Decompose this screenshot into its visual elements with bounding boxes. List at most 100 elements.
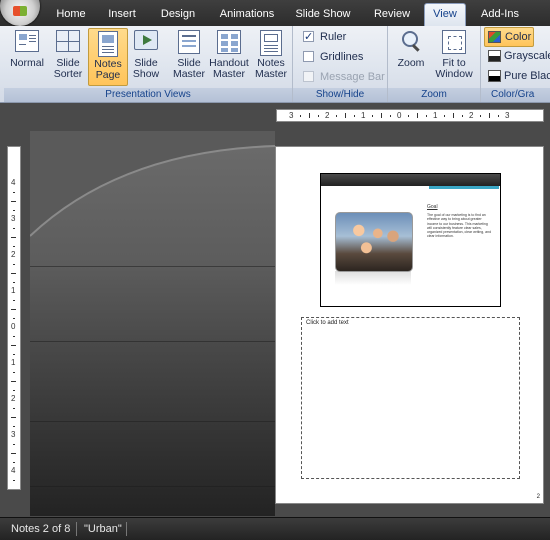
ruler-tick — [13, 444, 15, 445]
ruler-tick — [390, 115, 391, 117]
notes-placeholder-text: Click to add text — [306, 320, 349, 326]
tab-design[interactable]: Design — [155, 4, 201, 26]
slide-master-button[interactable]: Slide Master — [169, 28, 209, 84]
ruler-number: 1 — [11, 358, 16, 367]
color-button[interactable]: Color — [484, 27, 534, 47]
ruler-tick — [13, 210, 15, 211]
message-bar-label: Message Bar — [320, 71, 385, 83]
handout-master-icon — [217, 30, 241, 56]
ruler-tick — [11, 237, 16, 238]
fit-to-window-icon — [442, 30, 466, 56]
ruler-tick — [11, 309, 16, 310]
ruler-tick — [11, 453, 16, 454]
ruler-tick — [13, 426, 15, 427]
ruler-number: 2 — [469, 111, 474, 120]
ruler-tick — [13, 462, 15, 463]
ruler-tick — [13, 264, 15, 265]
group-zoom: Zoom Fit to Window Zoom — [388, 26, 481, 102]
ruler-number: 0 — [11, 322, 16, 331]
handout-master-label-2: Master — [212, 68, 246, 80]
ruler-tick — [13, 480, 15, 481]
ruler-tick — [13, 318, 15, 319]
status-notes-position: Notes 2 of 8 — [11, 523, 71, 535]
fit-to-window-button[interactable]: Fit to Window — [432, 28, 476, 84]
ruler-number: 1 — [361, 111, 366, 120]
ruler-checkbox[interactable]: Ruler — [303, 28, 383, 46]
ruler-tick — [11, 381, 16, 382]
horizontal-ruler[interactable]: 3 2 1 0 1 2 3 — [276, 109, 544, 122]
group-label-color-grayscale: Color/Gra — [481, 88, 550, 102]
tab-animations[interactable]: Animations — [212, 4, 282, 26]
notes-master-label-2: Master — [254, 68, 288, 80]
ruler-tick — [426, 115, 427, 117]
tab-view[interactable]: View — [424, 3, 466, 27]
checkbox-unchecked-icon — [303, 51, 314, 62]
slide-sorter-button[interactable]: Slide Sorter — [49, 28, 87, 84]
ruler-tick — [13, 300, 15, 301]
ruler-tick — [498, 115, 499, 117]
slide-sorter-label-2: Sorter — [53, 68, 83, 80]
ruler-tick — [354, 115, 355, 117]
slide-sorter-icon — [56, 30, 80, 56]
ruler-number: 1 — [433, 111, 438, 120]
ruler-tick — [13, 336, 15, 337]
zoom-button[interactable]: Zoom — [392, 28, 430, 84]
pure-black-white-button[interactable]: Pure Black — [485, 67, 550, 85]
notes-page-button[interactable]: Notes Page — [88, 28, 128, 86]
ruler-tick — [11, 417, 16, 418]
slide-master-icon — [177, 30, 201, 56]
vertical-ruler[interactable]: 4 3 2 1 0 1 2 3 4 — [7, 146, 21, 490]
slide-photo-reflection — [335, 271, 411, 285]
handout-master-button[interactable]: Handout Master — [207, 28, 251, 84]
magnifier-icon — [399, 30, 423, 56]
status-theme-name: "Urban" — [84, 523, 122, 535]
notes-master-icon — [259, 30, 283, 56]
tab-add-ins[interactable]: Add-Ins — [474, 4, 526, 26]
ruler-number: 4 — [11, 178, 16, 187]
ruler-tick — [318, 115, 319, 117]
ruler-number: 1 — [11, 286, 16, 295]
slide-show-button[interactable]: Slide Show — [127, 28, 165, 84]
group-color-grayscale: Color Grayscale Pure Black Color/Gra — [481, 26, 550, 102]
tab-insert[interactable]: Insert — [100, 4, 144, 26]
ruler-number: 3 — [289, 111, 294, 120]
status-separator — [126, 522, 127, 536]
ruler-tick — [372, 115, 373, 117]
gridlines-checkbox[interactable]: Gridlines — [303, 48, 383, 66]
grayscale-label: Grayscale — [504, 50, 550, 62]
ruler-tick — [13, 282, 15, 283]
tab-slide-show[interactable]: Slide Show — [290, 4, 356, 26]
slide-photo — [335, 212, 413, 272]
message-bar-checkbox[interactable]: Message Bar — [303, 68, 385, 86]
gridlines-label: Gridlines — [320, 51, 364, 63]
slide-thumbnail[interactable]: Goal The goal of our marketing is to fin… — [320, 173, 501, 307]
group-label-zoom: Zoom — [388, 88, 480, 102]
ruler-tick — [444, 115, 445, 117]
ruler-number: 2 — [11, 394, 16, 403]
ribbon: Normal Slide Sorter Notes Page Slide Sho… — [0, 26, 550, 103]
ruler-number: 0 — [397, 111, 402, 120]
group-presentation-views: Normal Slide Sorter Notes Page Slide Sho… — [4, 26, 293, 102]
ruler-tick — [13, 408, 15, 409]
status-bar: Notes 2 of 8 "Urban" — [0, 517, 550, 540]
ruler-tick — [408, 115, 409, 117]
notes-master-button[interactable]: Notes Master — [252, 28, 290, 84]
grayscale-button[interactable]: Grayscale — [485, 47, 550, 65]
ruler-tick — [13, 228, 15, 229]
ruler-tick — [13, 246, 15, 247]
office-button[interactable] — [0, 0, 40, 26]
slide-title: Goal — [427, 204, 438, 210]
ruler-tick — [13, 354, 15, 355]
ruler-tick — [11, 345, 16, 346]
tab-review[interactable]: Review — [368, 4, 416, 26]
notes-placeholder[interactable]: Click to add text — [301, 317, 520, 479]
ruler-label: Ruler — [320, 31, 347, 43]
office-logo-icon — [13, 6, 27, 16]
normal-view-icon — [15, 30, 39, 56]
ruler-tick — [417, 113, 418, 118]
ruler-number: 3 — [505, 111, 510, 120]
slide-master-label-2: Master — [172, 68, 206, 80]
tab-home[interactable]: Home — [50, 4, 92, 26]
slide-background-area — [30, 131, 275, 516]
normal-view-button[interactable]: Normal — [8, 28, 46, 84]
